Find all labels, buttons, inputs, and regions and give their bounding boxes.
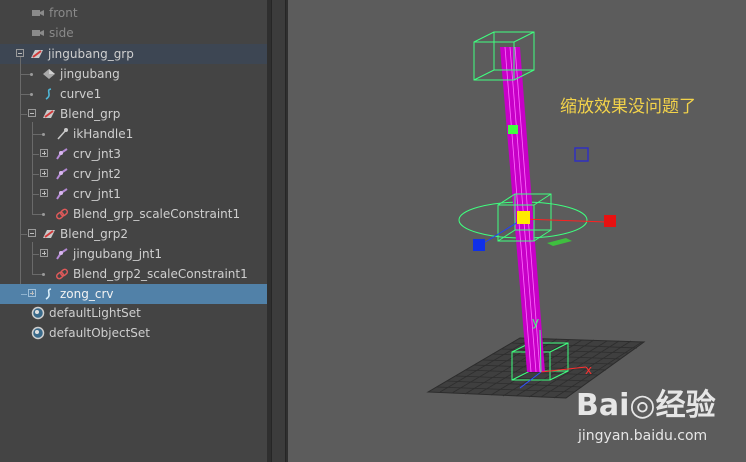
outliner-item-crv-jnt1[interactable]: crv_jnt1 <box>0 184 267 204</box>
panel-splitter[interactable] <box>267 0 288 462</box>
y-axis-label: y <box>532 315 539 329</box>
outliner-item-label: zong_crv <box>60 287 114 301</box>
expand-toggle[interactable] <box>40 249 48 257</box>
group-icon <box>31 50 43 58</box>
outliner-item-side[interactable]: side <box>0 23 267 43</box>
viewport-3d[interactable]: y x 缩放效果没问题了 Bai◎经验 jingyan.baidu.com <box>288 0 746 462</box>
outliner-item-label: jingubang_grp <box>48 47 134 61</box>
outliner-item-default-object-set[interactable]: defaultObjectSet <box>0 323 267 343</box>
outliner-item-crv-jnt2[interactable]: crv_jnt2 <box>0 164 267 184</box>
outliner-item-blend-grp-scale-constraint1[interactable]: Blend_grp_scaleConstraint1 <box>0 204 267 224</box>
camera-icon <box>32 30 44 36</box>
constraint-icon <box>55 268 69 280</box>
expand-toggle[interactable] <box>40 189 48 197</box>
x-axis-label: x <box>585 363 592 377</box>
outliner-item-blend-grp2-scale-constraint1[interactable]: Blend_grp2_scaleConstraint1 <box>0 264 267 284</box>
outliner-item-label: jingubang_jnt1 <box>73 247 162 261</box>
outliner-item-jingubang-jnt1[interactable]: jingubang_jnt1 <box>0 244 267 264</box>
outliner-item-label: front <box>49 6 78 20</box>
outliner-item-front[interactable]: front <box>0 3 267 23</box>
collapse-toggle[interactable] <box>28 229 36 237</box>
collapse-toggle[interactable] <box>28 109 36 117</box>
joint-icon <box>56 148 68 160</box>
outliner-item-label: defaultObjectSet <box>49 326 151 340</box>
outliner-item-label: crv_jnt3 <box>73 147 121 161</box>
joint-icon <box>56 248 68 260</box>
outliner-item-label: jingubang <box>60 67 120 81</box>
group-icon <box>43 230 55 238</box>
outliner-item-blend-grp[interactable]: Blend_grp <box>0 104 267 124</box>
joint-icon <box>56 188 68 200</box>
outliner-item-label: ikHandle1 <box>73 127 134 141</box>
constraint-icon <box>55 208 69 220</box>
move-manipulator <box>473 147 616 251</box>
curve-icon <box>45 88 52 100</box>
watermark-logo: Bai◎经验 <box>576 388 716 423</box>
outliner-item-crv-jnt3[interactable]: crv_jnt3 <box>0 144 267 164</box>
outliner-item-label: crv_jnt2 <box>73 167 121 181</box>
outliner-item-blend-grp2[interactable]: Blend_grp2 <box>0 224 267 244</box>
outliner-item-zong-crv[interactable]: zong_crv <box>0 284 267 304</box>
set-icon <box>31 326 45 340</box>
outliner-item-jingubang-grp[interactable]: jingubang_grp <box>0 44 267 64</box>
green-plane-handle <box>547 238 572 246</box>
outliner-item-label: Blend_grp2 <box>60 227 128 241</box>
expand-toggle[interactable] <box>40 169 48 177</box>
camera-icon <box>32 10 44 16</box>
set-icon <box>31 306 45 320</box>
green-marker <box>508 125 518 134</box>
joint-icon <box>56 168 68 180</box>
outliner-item-label: curve1 <box>60 87 102 101</box>
expand-toggle[interactable] <box>28 289 36 297</box>
outliner-item-label: defaultLightSet <box>49 306 141 320</box>
outliner-panel: front side jingubang_grp jingubang curve… <box>0 0 267 462</box>
ik-handle-icon <box>57 128 68 140</box>
outliner-item-default-light-set[interactable]: defaultLightSet <box>0 303 267 323</box>
annotation-text: 缩放效果没问题了 <box>560 97 696 117</box>
outliner-item-label: crv_jnt1 <box>73 187 121 201</box>
outliner-item-curve1[interactable]: curve1 <box>0 84 267 104</box>
collapse-toggle[interactable] <box>16 49 24 57</box>
expand-toggle[interactable] <box>40 149 48 157</box>
watermark-url: jingyan.baidu.com <box>578 428 708 444</box>
group-icon <box>43 110 55 118</box>
curve-icon <box>45 288 52 300</box>
mesh-icon <box>43 69 55 79</box>
outliner-item-label: Blend_grp_scaleConstraint1 <box>73 207 241 221</box>
outliner-item-jingubang[interactable]: jingubang <box>0 64 267 84</box>
outliner-item-ikhandle1[interactable]: ikHandle1 <box>0 124 267 144</box>
outliner-item-label: Blend_grp2_scaleConstraint1 <box>73 267 248 281</box>
outliner-item-label: side <box>49 26 74 40</box>
outliner-item-label: Blend_grp <box>60 107 121 121</box>
